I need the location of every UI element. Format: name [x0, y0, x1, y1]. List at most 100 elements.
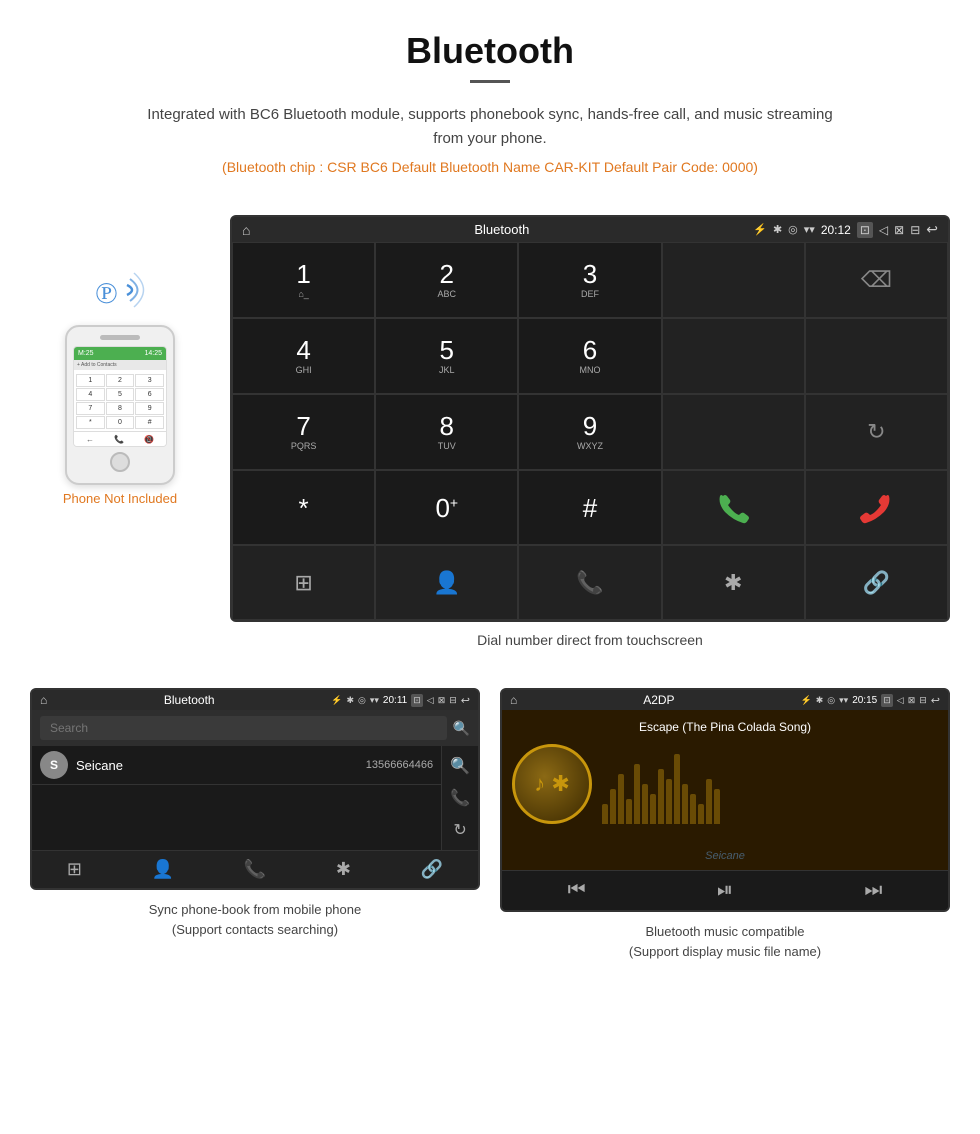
pb-back-icon[interactable]: ↩ [461, 694, 470, 707]
music-caption-line2: (Support display music file name) [629, 944, 821, 959]
pb-contact-row[interactable]: S Seicane 13566664466 [32, 746, 441, 785]
pb-contact-name: Seicane [76, 758, 123, 773]
dial-bt-btn[interactable]: ✱ [662, 545, 805, 620]
key-9-letters: WXYZ [577, 441, 603, 451]
phone-key-3[interactable]: 3 [135, 374, 164, 387]
dial-link-btn[interactable]: 🔗 [805, 545, 948, 620]
music-screen: ⌂ A2DP ⚡ ✱ ◎ ▾▾ 20:15 ⊡ ◁ ⊠ ⊟ ↩ Escape (… [500, 688, 950, 912]
music-prev-btn[interactable]: ⏮ [568, 879, 586, 902]
music-pip-icon[interactable]: ⊟ [919, 695, 927, 706]
svg-text:℗: ℗ [95, 277, 118, 310]
camera-icon[interactable]: ⊡ [857, 222, 873, 238]
phone-key-0[interactable]: 0 [106, 416, 135, 429]
eq-bar-10 [674, 754, 680, 824]
dial-calls-btn[interactable]: 📞 [518, 545, 661, 620]
phone-body: M:25 14:25 + Add to Contacts 1 2 3 4 5 6… [65, 325, 175, 485]
pb-home-icon[interactable]: ⌂ [40, 693, 47, 707]
eq-bar-15 [714, 789, 720, 824]
dial-key-6[interactable]: 6 MNO [518, 318, 661, 394]
pb-close-icon[interactable]: ⊠ [438, 695, 446, 706]
phone-key-1[interactable]: 1 [76, 374, 105, 387]
dial-key-2[interactable]: 2 ABC [375, 242, 518, 318]
music-wrapper: ⌂ A2DP ⚡ ✱ ◎ ▾▾ 20:15 ⊡ ◁ ⊠ ⊟ ↩ Escape (… [500, 688, 950, 961]
pb-pip-icon[interactable]: ⊟ [449, 695, 457, 706]
dial-key-4[interactable]: 4 GHI [232, 318, 375, 394]
dial-key-7[interactable]: 7 PQRS [232, 394, 375, 470]
phone-screen: M:25 14:25 + Add to Contacts 1 2 3 4 5 6… [73, 346, 167, 447]
dial-empty-2b [805, 318, 948, 394]
pb-refresh-right-btn[interactable]: ↻ [446, 816, 474, 844]
dial-refresh-btn[interactable]: ↻ [805, 394, 948, 470]
key-4-letters: GHI [296, 365, 312, 375]
phone-key-5[interactable]: 5 [106, 388, 135, 401]
music-next-btn[interactable]: ⏭ [864, 879, 882, 902]
music-vol-icon[interactable]: ◁ [897, 695, 904, 706]
phone-key-7[interactable]: 7 [76, 402, 105, 415]
signal-icon: ▾▾ [804, 223, 815, 236]
pb-search-icon[interactable]: 🔍 [453, 720, 470, 737]
close-icon[interactable]: ⊠ [894, 223, 904, 237]
phone-key-2[interactable]: 2 [106, 374, 135, 387]
pb-bt-bottom-icon[interactable]: ✱ [336, 859, 351, 880]
dial-key-5[interactable]: 5 JKL [375, 318, 518, 394]
key-5-letters: JKL [439, 365, 455, 375]
phone-key-4[interactable]: 4 [76, 388, 105, 401]
phone-network: M:25 [78, 350, 94, 357]
eq-bar-4 [626, 799, 632, 824]
pb-time: 20:11 [383, 695, 407, 706]
pip-icon[interactable]: ⊟ [910, 223, 920, 237]
pb-link-icon[interactable]: 🔗 [421, 859, 443, 880]
key-9-number: 9 [583, 413, 597, 439]
phone-key-star[interactable]: * [76, 416, 105, 429]
music-cam-icon[interactable]: ⊡ [881, 694, 893, 707]
pb-caption-line2: (Support contacts searching) [172, 922, 338, 937]
eq-bar-8 [658, 769, 664, 824]
dial-pad: 1 ⌂_ 2 ABC 3 DEF ⌫ 4 GHI [232, 242, 948, 620]
back-icon[interactable]: ↩ [926, 221, 938, 238]
phone-key-6[interactable]: 6 [135, 388, 164, 401]
dial-key-9[interactable]: 9 WXYZ [518, 394, 661, 470]
music-home-icon[interactable]: ⌂ [510, 693, 517, 707]
pb-search-right-btn[interactable]: 🔍 [446, 752, 474, 780]
volume-icon[interactable]: ◁ [879, 223, 888, 237]
dial-backspace-btn[interactable]: ⌫ [805, 242, 948, 318]
pb-search-bar: 🔍 [32, 710, 478, 746]
home-icon[interactable]: ⌂ [242, 222, 250, 238]
key-3-number: 3 [583, 261, 597, 287]
pb-cam-icon[interactable]: ⊡ [411, 694, 423, 707]
key-2-letters: ABC [438, 289, 457, 299]
pb-phone-icon[interactable]: 📞 [244, 859, 266, 880]
dial-contacts-btn[interactable]: 👤 [375, 545, 518, 620]
key-6-number: 6 [583, 337, 597, 363]
phone-home-button[interactable] [110, 452, 130, 472]
dial-key-8[interactable]: 8 TUV [375, 394, 518, 470]
location-icon: ◎ [788, 223, 798, 236]
eq-bar-3 [618, 774, 624, 824]
call-green-icon [717, 492, 749, 524]
pb-person-icon[interactable]: 👤 [152, 859, 174, 880]
dial-grid-btn[interactable]: ⊞ [232, 545, 375, 620]
pb-search-input[interactable] [40, 716, 447, 740]
dial-key-0[interactable]: 0+ [375, 470, 518, 545]
phone-key-9[interactable]: 9 [135, 402, 164, 415]
dial-key-3[interactable]: 3 DEF [518, 242, 661, 318]
pb-call-right-btn[interactable]: 📞 [446, 784, 474, 812]
phone-illustration: ℗ M:25 14:25 + Add to Contacts 1 [30, 255, 210, 506]
music-close-icon[interactable]: ⊠ [908, 695, 916, 706]
dial-key-hash[interactable]: # [518, 470, 661, 545]
music-play-pause-btn[interactable]: ⏯ [717, 879, 733, 902]
page-header: Bluetooth Integrated with BC6 Bluetooth … [0, 0, 980, 205]
pb-grid-icon[interactable]: ⊞ [67, 859, 82, 880]
music-title: A2DP [521, 693, 796, 707]
pb-wifi-icon: ▾▾ [370, 695, 379, 706]
music-wifi-icon: ▾▾ [839, 695, 848, 706]
dial-key-1[interactable]: 1 ⌂_ [232, 242, 375, 318]
music-back-icon[interactable]: ↩ [931, 694, 940, 707]
dial-end-btn[interactable] [805, 470, 948, 545]
music-status-bar: ⌂ A2DP ⚡ ✱ ◎ ▾▾ 20:15 ⊡ ◁ ⊠ ⊟ ↩ [502, 690, 948, 710]
phone-key-hash[interactable]: # [135, 416, 164, 429]
dial-call-btn[interactable] [662, 470, 805, 545]
phone-key-8[interactable]: 8 [106, 402, 135, 415]
dial-key-star[interactable]: * [232, 470, 375, 545]
pb-vol-icon[interactable]: ◁ [427, 695, 434, 706]
